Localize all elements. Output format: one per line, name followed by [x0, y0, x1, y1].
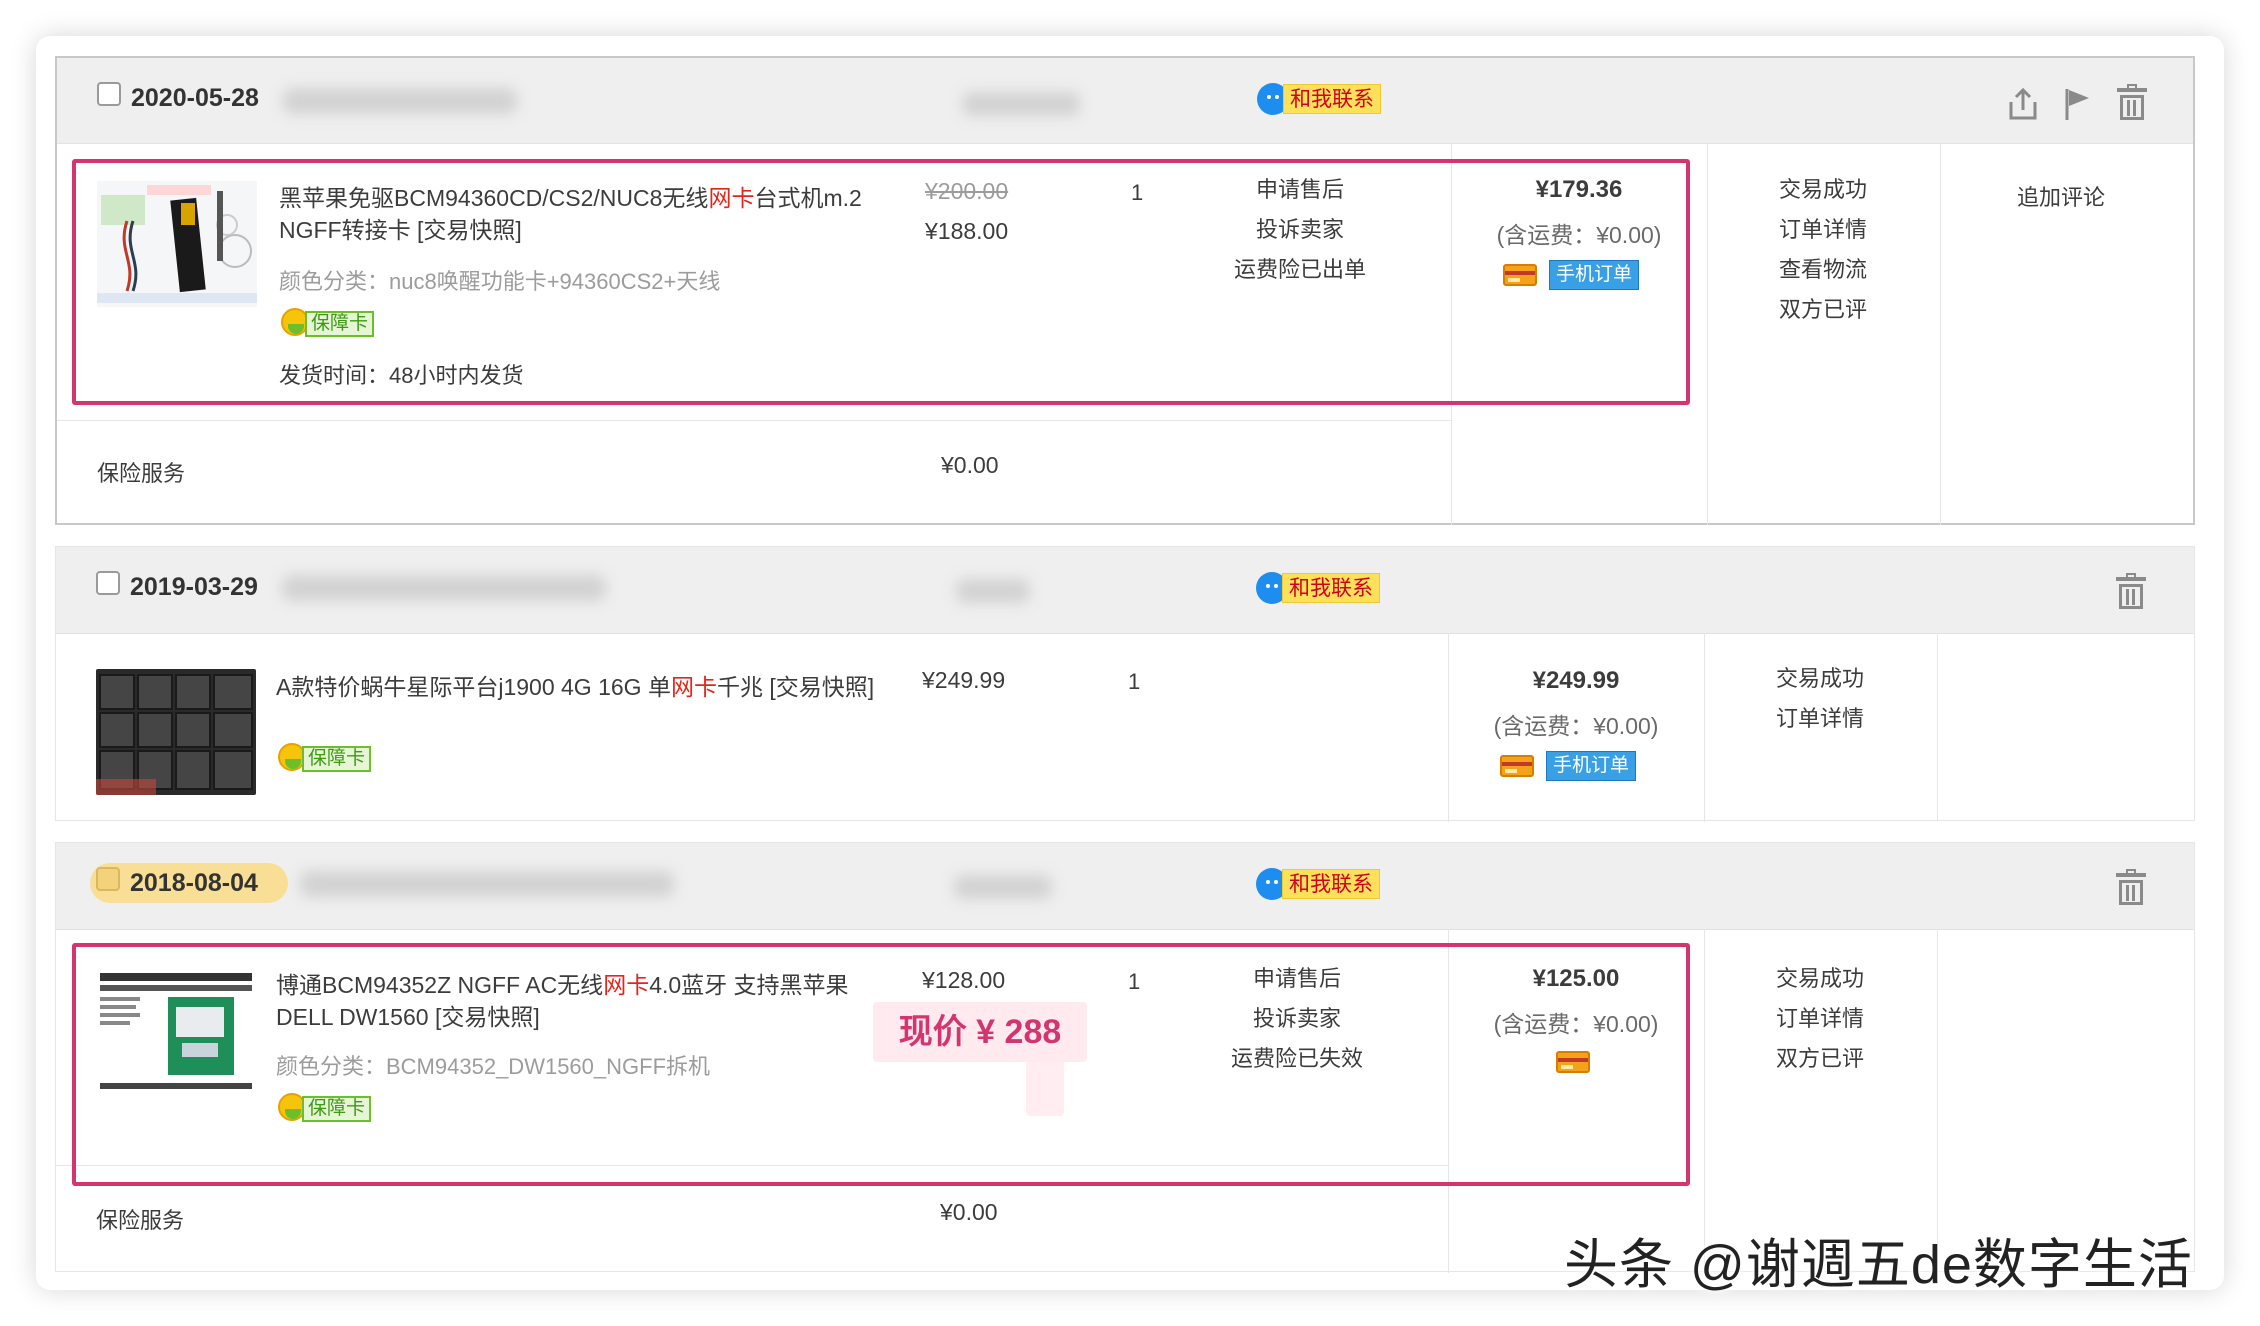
- order-detail-link[interactable]: 订单详情: [1740, 699, 1900, 739]
- flag-icon[interactable]: [2059, 86, 2095, 122]
- order-header: 2019-03-29 和我联系: [56, 547, 2194, 634]
- order-detail-link[interactable]: 订单详情: [1743, 210, 1903, 250]
- highlight-box-order-1: [72, 159, 1690, 405]
- insurance-service-label: 保险服务: [96, 1208, 185, 1233]
- insurance-service-label: 保险服务: [97, 461, 186, 486]
- order-number-blurred: [956, 579, 1030, 603]
- mobile-order-badge: 手机订单: [1546, 751, 1637, 781]
- trade-status: 交易成功: [1775, 966, 1864, 991]
- alipay-card-icon: [1500, 755, 1534, 777]
- guarantee-card-badge[interactable]: 保障卡: [278, 743, 380, 773]
- shop-name-blurred: [300, 871, 674, 897]
- order-card: 2019-03-29 和我联系 A款特价蜗牛星际平台j1900 4G 16G 单…: [55, 546, 2195, 822]
- order-checkbox[interactable]: [96, 571, 120, 595]
- trade-status: 交易成功: [1778, 177, 1867, 202]
- order-header: 2018-08-04 和我联系: [56, 843, 2194, 930]
- order-date: 2020-05-28: [131, 84, 259, 112]
- order-checkbox[interactable]: [97, 82, 121, 106]
- delete-order-icon[interactable]: [2114, 84, 2150, 122]
- share-icon[interactable]: [2005, 86, 2041, 122]
- current-price-annotation: 现价 ¥ 288: [873, 1002, 1087, 1062]
- trade-status: 交易成功: [1775, 666, 1864, 691]
- order-header: 2020-05-28 和我联系: [57, 58, 2193, 144]
- shop-name-blurred: [283, 88, 517, 114]
- delete-order-icon[interactable]: [2113, 869, 2149, 907]
- highlight-box-order-3: [72, 943, 1690, 1186]
- watermark: 头条 @谢週五de数字生活: [1564, 1235, 2193, 1295]
- insurance-price: ¥0.00: [941, 452, 999, 478]
- order-detail-link[interactable]: 订单详情: [1740, 999, 1900, 1039]
- insurance-price: ¥0.00: [940, 1199, 998, 1225]
- unit-price: ¥249.99: [922, 667, 1006, 693]
- contact-seller-label: 和我联系: [1282, 869, 1380, 899]
- contact-seller-label: 和我联系: [1282, 573, 1380, 603]
- review-status: 双方已评: [1778, 297, 1867, 322]
- order-date: 2019-03-29: [130, 573, 258, 601]
- order-checkbox[interactable]: [96, 867, 120, 891]
- product-title[interactable]: A款特价蜗牛星际平台j1900 4G 16G 单网卡千兆 [交易快照]: [276, 671, 876, 703]
- contact-seller-label: 和我联系: [1283, 84, 1381, 114]
- order-number-blurred: [962, 92, 1080, 116]
- total-price: ¥249.99: [1532, 667, 1620, 694]
- order-date: 2018-08-04: [130, 869, 258, 897]
- view-logistics-link[interactable]: 查看物流: [1743, 250, 1903, 290]
- review-status: 双方已评: [1775, 1046, 1864, 1071]
- add-review-link[interactable]: 追加评论: [2017, 180, 2105, 212]
- delete-order-icon[interactable]: [2113, 573, 2149, 611]
- shop-name-blurred: [282, 575, 606, 601]
- product-thumbnail[interactable]: [96, 669, 256, 795]
- current-price-callout-tail: [1026, 1060, 1064, 1116]
- quantity: 1: [1128, 669, 1141, 694]
- shipping-fee-note: (含运费：¥0.00): [1493, 713, 1659, 739]
- order-number-blurred: [954, 875, 1052, 899]
